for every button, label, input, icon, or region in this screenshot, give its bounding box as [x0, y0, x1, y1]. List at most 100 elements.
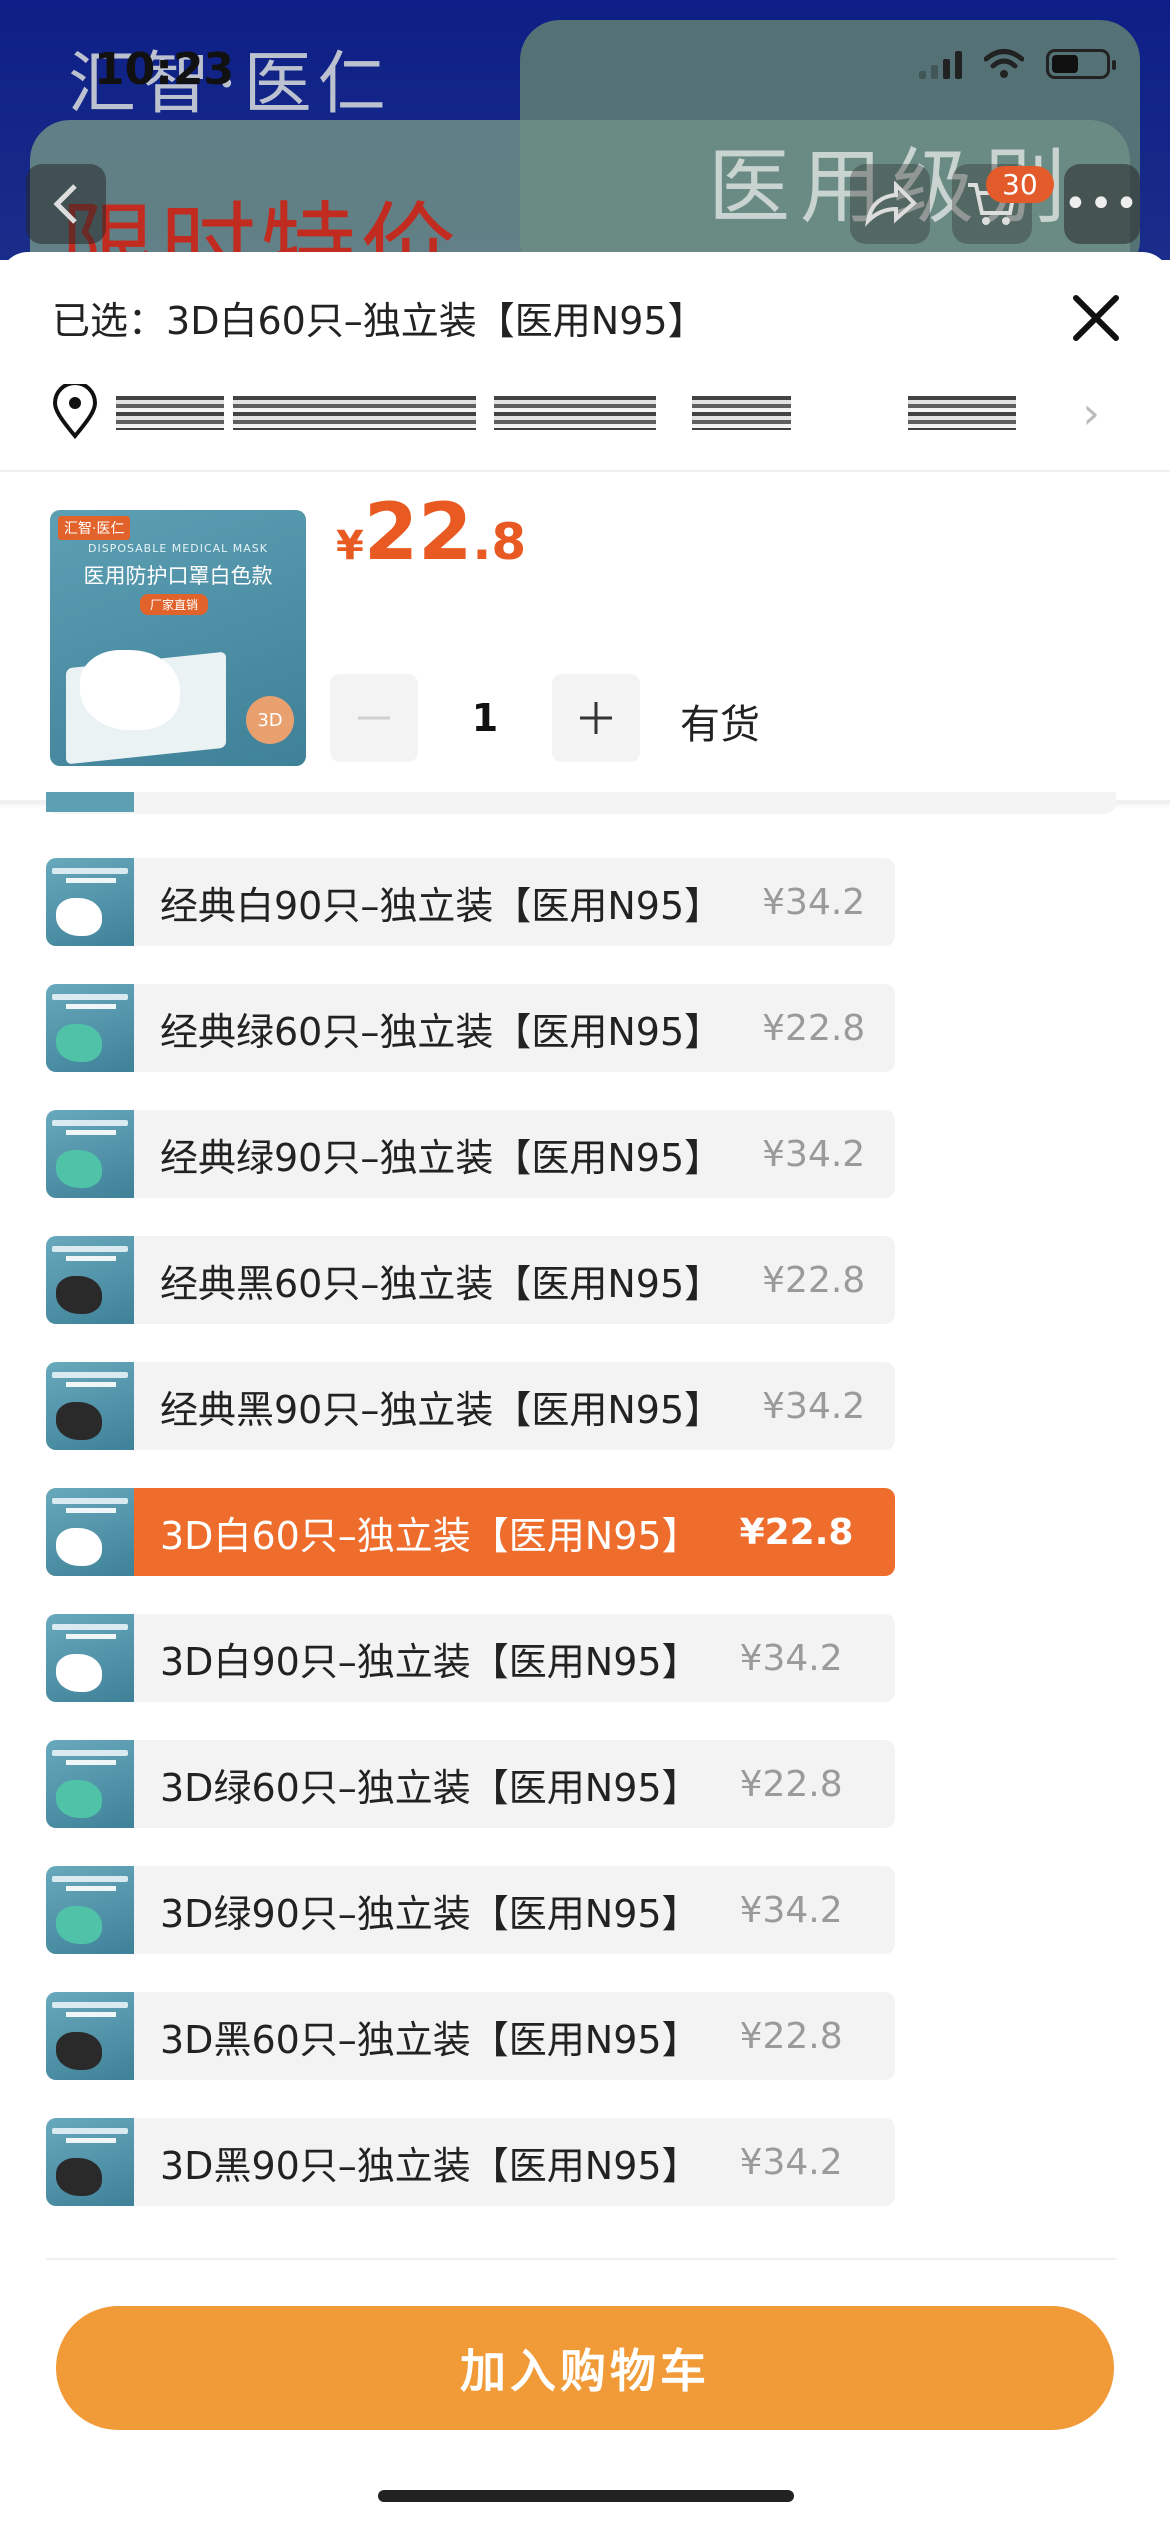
- option-thumb: [46, 1236, 134, 1324]
- thumb-sub-strip: [66, 1130, 116, 1135]
- option-label: 经典绿60只–独立装【医用N95】: [160, 1009, 723, 1054]
- thumb-title-strip: [52, 1246, 128, 1252]
- thumb-title-strip: [52, 1498, 128, 1504]
- sku-option[interactable]: 3D绿90只–独立装【医用N95】 ¥34.2: [46, 1866, 896, 1954]
- sku-option[interactable]: 经典白90只–独立装【医用N95】 ¥34.2: [46, 858, 896, 946]
- more-button[interactable]: •••: [1064, 164, 1140, 244]
- sku-option[interactable]: 经典黑90只–独立装【医用N95】 ¥34.2: [46, 1362, 896, 1450]
- option-label: 3D白90只–独立装【医用N95】: [160, 1639, 700, 1684]
- thumb-sub-strip: [66, 1256, 116, 1261]
- thumb-title-strip: [52, 868, 128, 874]
- option-thumb: [46, 858, 134, 946]
- decrement-button[interactable]: [330, 674, 418, 762]
- status-icons: [919, 48, 1116, 80]
- thumb-sub-strip: [66, 2012, 116, 2017]
- share-icon: [864, 181, 917, 227]
- minus-icon: [358, 716, 390, 720]
- battery-icon: [1046, 49, 1116, 79]
- thumb-mask: [56, 1402, 102, 1440]
- thumb-mask: [56, 898, 102, 936]
- option-thumb: [46, 1992, 134, 2080]
- option-label: 经典黑60只–独立装【医用N95】: [160, 1261, 723, 1306]
- sku-option[interactable]: 经典黑60只–独立装【医用N95】 ¥22.8: [46, 1236, 896, 1324]
- option-label: 3D白60只–独立装【医用N95】: [160, 1513, 700, 1558]
- sku-sheet: 已选：3D白60只–独立装【医用N95】 › 汇智·医仁 DISPOSABLE …: [0, 252, 1170, 2532]
- divider: [0, 470, 1170, 472]
- thumb-sub-strip: [66, 1760, 116, 1765]
- address-redacted: [116, 396, 1016, 430]
- thumb-title: 医用防护口罩白色款: [83, 564, 273, 588]
- option-label: 3D黑90只–独立装【医用N95】: [160, 2143, 700, 2188]
- price-currency: ¥: [336, 523, 364, 569]
- sku-option[interactable]: 3D白60只–独立装【医用N95】 ¥22.8: [46, 1488, 896, 1576]
- thumb-title-strip: [52, 1750, 128, 1756]
- quantity-value[interactable]: 1: [418, 696, 552, 740]
- add-to-cart-button[interactable]: 加入购物车: [56, 2306, 1114, 2430]
- thumb-mask: [56, 1150, 102, 1188]
- home-indicator: [378, 2490, 794, 2502]
- thumb-badge: 厂家直销: [140, 594, 209, 615]
- option-price: ¥22.8: [739, 2015, 843, 2057]
- option-thumb: [46, 1488, 134, 1576]
- option-price: ¥22.8: [762, 1259, 866, 1301]
- option-price: ¥22.8: [762, 1007, 866, 1049]
- option-price: ¥22.8: [739, 1511, 854, 1553]
- plus-icon: [580, 702, 612, 734]
- thumb-sub-strip: [66, 1382, 116, 1387]
- option-thumb: [46, 1866, 134, 1954]
- sku-option[interactable]: 经典绿60只–独立装【医用N95】 ¥22.8: [46, 984, 896, 1072]
- thumb-sub-strip: [66, 1508, 116, 1513]
- more-icon: •••: [1063, 181, 1141, 227]
- option-label: 经典白90只–独立装【医用N95】: [160, 883, 723, 928]
- price-integer: 22: [363, 488, 473, 578]
- stock-status: 有货: [680, 702, 760, 748]
- share-button[interactable]: [850, 164, 930, 244]
- thumb-title-strip: [52, 994, 128, 1000]
- chevron-left-icon: [53, 184, 77, 224]
- sku-option[interactable]: 经典绿90只–独立装【医用N95】 ¥34.2: [46, 1110, 896, 1198]
- thumb-sub-strip: [66, 1004, 116, 1009]
- thumb-mask: [56, 1906, 102, 1944]
- thumb-mask: [56, 1654, 102, 1692]
- product-thumbnail[interactable]: 汇智·医仁 DISPOSABLE MEDICAL MASK 医用防护口罩白色款 …: [50, 510, 306, 766]
- address-row[interactable]: ›: [50, 382, 1120, 442]
- option-price: ¥34.2: [762, 1385, 866, 1427]
- option-label: 经典绿90只–独立装【医用N95】: [160, 1135, 723, 1180]
- option-price: ¥34.2: [739, 2141, 843, 2183]
- back-button[interactable]: [26, 164, 106, 244]
- selected-prefix: 已选：: [52, 299, 167, 343]
- promo-text: 限时特价: [60, 192, 460, 260]
- selected-summary: 已选：3D白60只–独立装【医用N95】: [52, 290, 706, 345]
- option-label: 3D绿90只–独立装【医用N95】: [160, 1891, 700, 1936]
- close-icon: [1073, 295, 1119, 341]
- option-label: 3D绿60只–独立装【医用N95】: [160, 1765, 700, 1810]
- thumb-title-strip: [52, 1120, 128, 1126]
- sku-option[interactable]: 3D黑60只–独立装【医用N95】 ¥22.8: [46, 1992, 896, 2080]
- price: ¥22.8: [336, 488, 526, 578]
- sku-option[interactable]: 3D白90只–独立装【医用N95】 ¥34.2: [46, 1614, 896, 1702]
- close-button[interactable]: [1066, 288, 1126, 348]
- option-price: ¥22.8: [739, 1763, 843, 1805]
- cart-count-badge: 30: [986, 166, 1054, 203]
- increment-button[interactable]: [552, 674, 640, 762]
- selected-value: 3D白60只–独立装【医用N95】: [166, 299, 706, 343]
- thumb-sub-strip: [66, 878, 116, 883]
- status-time: 10:23: [94, 44, 235, 95]
- sku-option[interactable]: 3D黑90只–独立装【医用N95】 ¥34.2: [46, 2118, 896, 2206]
- thumb-mask: [56, 1024, 102, 1062]
- thumb-mask: [56, 2032, 102, 2070]
- thumb-sub-strip: [66, 2138, 116, 2143]
- option-price: ¥34.2: [762, 881, 866, 923]
- thumb-mask: [56, 1528, 102, 1566]
- price-decimal: .8: [472, 513, 527, 571]
- option-partial[interactable]: [46, 792, 1116, 814]
- option-label: 3D黑60只–独立装【医用N95】: [160, 2017, 700, 2062]
- sku-option[interactable]: 3D绿60只–独立装【医用N95】 ¥22.8: [46, 1740, 896, 1828]
- quantity-stepper: 1: [330, 674, 640, 762]
- thumb-brand-tag: 汇智·医仁: [58, 516, 131, 540]
- option-thumb: [46, 2118, 134, 2206]
- signal-icon: [919, 49, 962, 79]
- location-pin-icon: [52, 384, 98, 440]
- thumb-3d-badge: 3D: [246, 696, 294, 744]
- option-thumb: [46, 1110, 134, 1198]
